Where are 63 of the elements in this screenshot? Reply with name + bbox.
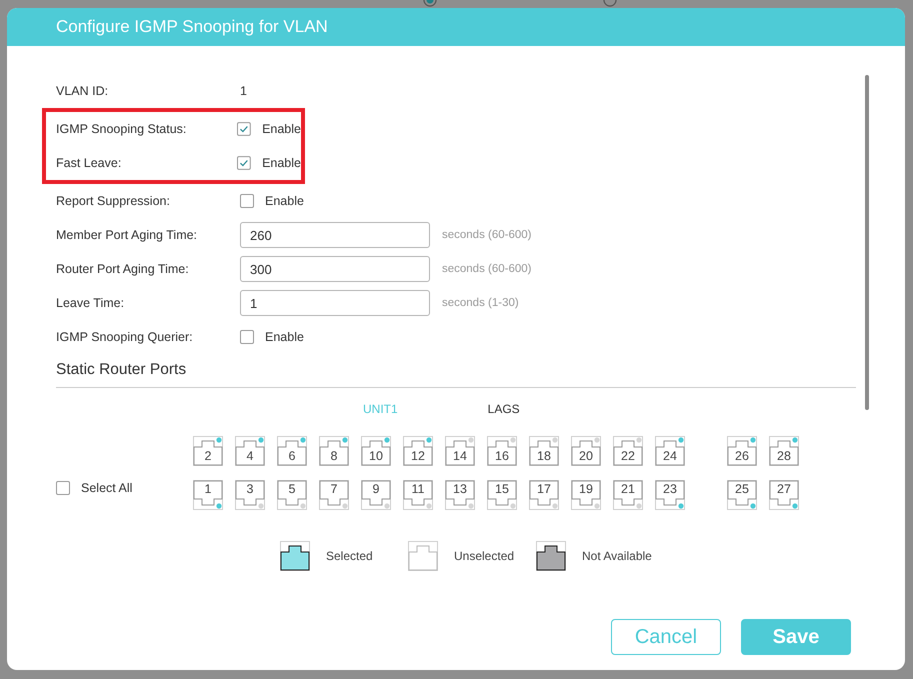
port-button[interactable]: 13 (445, 480, 475, 510)
port-button[interactable]: 19 (571, 480, 601, 510)
port-button[interactable]: 10 (361, 436, 391, 466)
port-button[interactable]: 9 (361, 480, 391, 510)
dialog-title: Configure IGMP Snooping for VLAN (56, 17, 328, 37)
port-button[interactable]: 22 (613, 436, 643, 466)
port-button[interactable]: 6 (277, 436, 307, 466)
port-button[interactable]: 5 (277, 480, 307, 510)
checkbox[interactable] (240, 330, 254, 344)
port-button[interactable]: 3 (235, 480, 265, 510)
port-button[interactable]: 11 (403, 480, 433, 510)
section-title: Static Router Ports (56, 361, 856, 388)
port-button[interactable]: 14 (445, 436, 475, 466)
checkbox[interactable] (237, 122, 252, 136)
port-button[interactable]: 12 (403, 436, 433, 466)
port-button[interactable]: 8 (319, 436, 349, 466)
field-label: IGMP Snooping Status: (56, 122, 188, 136)
checkbox-label: Enable (265, 330, 304, 344)
field-label: VLAN ID: (56, 84, 110, 98)
field-value: 1 (240, 84, 247, 98)
field-label: Report Suppression: (56, 194, 171, 208)
port-icon (280, 541, 310, 571)
checkbox-label: Select All (81, 481, 132, 495)
checkbox-label: Enable (262, 156, 301, 170)
checkbox-label: Enable (265, 194, 304, 208)
port-button[interactable]: 4 (235, 436, 265, 466)
hint-text: seconds (1-30) (442, 297, 519, 309)
port-button[interactable]: 24 (655, 436, 685, 466)
port-button[interactable]: 17 (529, 480, 559, 510)
field-label: Fast Leave: (56, 156, 122, 170)
port-button[interactable]: 25 (727, 480, 757, 510)
port-button[interactable]: 28 (769, 436, 799, 466)
checkbox[interactable] (240, 194, 254, 208)
port-button[interactable]: 2 (193, 436, 223, 466)
legend-label: Unselected (454, 549, 514, 563)
field-label: Router Port Aging Time: (56, 262, 190, 276)
hint-text: seconds (60-600) (442, 263, 532, 275)
port-icon (408, 541, 438, 571)
port-button[interactable]: 23 (655, 480, 685, 510)
port-button[interactable]: 20 (571, 436, 601, 466)
field-label: Leave Time: (56, 296, 126, 310)
port-button[interactable]: 27 (769, 480, 799, 510)
port-button[interactable]: 26 (727, 436, 757, 466)
tab[interactable]: LAGS (488, 402, 520, 416)
hint-text: seconds (60-600) (442, 229, 532, 241)
port-button[interactable]: 18 (529, 436, 559, 466)
port-icon (536, 541, 566, 571)
legend-label: Selected (326, 549, 373, 563)
field-label: IGMP Snooping Querier: (56, 330, 194, 344)
checkbox-label: Enable (262, 122, 301, 136)
legend-label: Not Available (582, 549, 652, 563)
port-button[interactable]: 21 (613, 480, 643, 510)
field-label: Member Port Aging Time: (56, 228, 198, 242)
checkbox[interactable] (56, 481, 70, 495)
input-field[interactable]: 260 (240, 222, 430, 248)
input-field[interactable]: 1 (240, 290, 430, 316)
scrollbar[interactable] (865, 75, 869, 410)
input-field[interactable]: 300 (240, 256, 430, 282)
port-button[interactable]: 1 (193, 480, 223, 510)
port-button[interactable]: 7 (319, 480, 349, 510)
checkbox[interactable] (237, 156, 252, 170)
port-button[interactable]: 16 (487, 436, 517, 466)
port-button[interactable]: 15 (487, 480, 517, 510)
